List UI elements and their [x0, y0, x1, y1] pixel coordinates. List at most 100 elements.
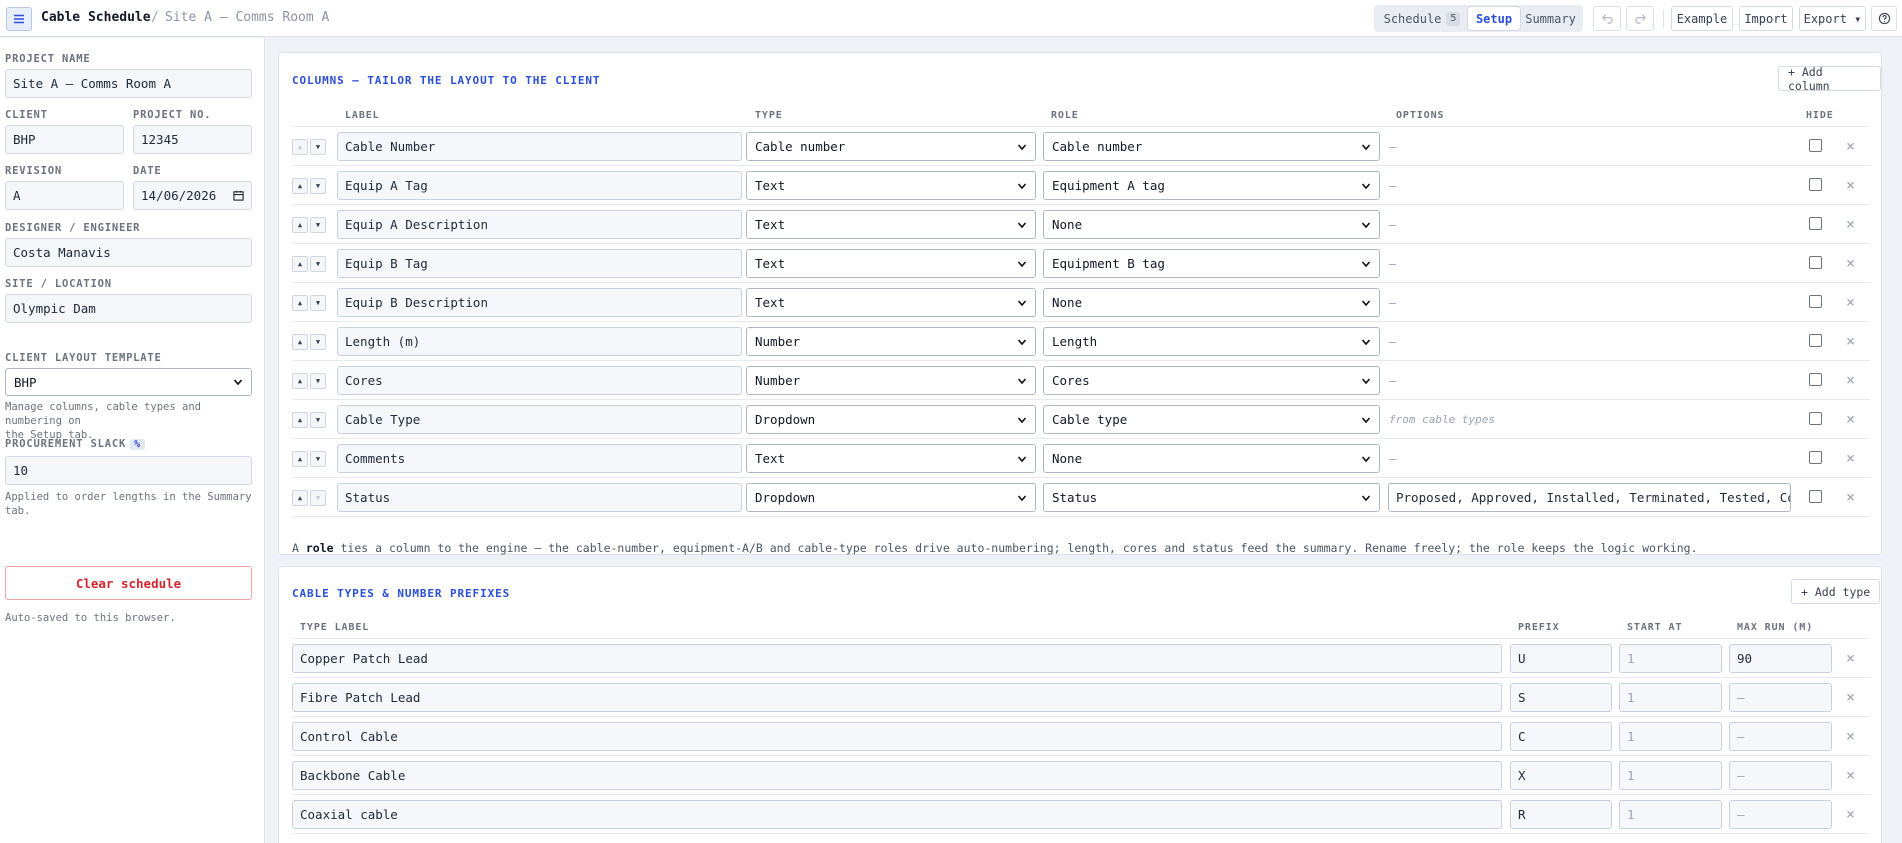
- column-role-select[interactable]: Status: [1043, 483, 1380, 512]
- add-type-button[interactable]: + Add type: [1791, 579, 1881, 604]
- client-input[interactable]: BHP: [5, 125, 124, 154]
- site-input[interactable]: Olympic Dam: [5, 294, 252, 323]
- hide-checkbox[interactable]: [1809, 412, 1822, 425]
- column-label-input[interactable]: Equip A Description: [337, 210, 742, 239]
- help-icon[interactable]: [1871, 6, 1897, 31]
- column-label-input[interactable]: Length (m): [337, 327, 742, 356]
- type-max-run-input[interactable]: —: [1729, 683, 1832, 712]
- template-select[interactable]: BHP: [5, 368, 252, 396]
- revision-input[interactable]: A: [5, 181, 124, 210]
- type-label-input[interactable]: Fibre Patch Lead: [292, 683, 1502, 712]
- menu-icon[interactable]: [6, 7, 32, 31]
- type-label-input[interactable]: Coaxial cable: [292, 800, 1502, 829]
- import-button[interactable]: Import: [1739, 6, 1793, 31]
- column-label-input[interactable]: Equip A Tag: [337, 171, 742, 200]
- hide-checkbox[interactable]: [1809, 295, 1822, 308]
- column-role-select[interactable]: None: [1043, 288, 1380, 317]
- undo-icon[interactable]: [1593, 6, 1621, 31]
- column-role-select[interactable]: None: [1043, 210, 1380, 239]
- column-label-input[interactable]: Cable Type: [337, 405, 742, 434]
- type-max-run-input[interactable]: —: [1729, 800, 1832, 829]
- close-icon[interactable]: ×: [1846, 688, 1855, 706]
- date-input[interactable]: 14/06/2026: [133, 181, 252, 210]
- type-start-input[interactable]: 1: [1619, 644, 1722, 673]
- close-icon[interactable]: ×: [1846, 293, 1855, 311]
- close-icon[interactable]: ×: [1846, 254, 1855, 272]
- column-type-select[interactable]: Number: [746, 366, 1036, 395]
- hide-checkbox[interactable]: [1809, 334, 1822, 347]
- move-up-icon[interactable]: ▲: [292, 451, 308, 467]
- close-icon[interactable]: ×: [1846, 410, 1855, 428]
- column-type-select[interactable]: Dropdown: [746, 405, 1036, 434]
- type-max-run-input[interactable]: 90: [1729, 644, 1832, 673]
- type-label-input[interactable]: Backbone Cable: [292, 761, 1502, 790]
- move-down-icon[interactable]: ▼: [310, 451, 326, 467]
- column-type-select[interactable]: Dropdown: [746, 483, 1036, 512]
- designer-input[interactable]: Costa Manavis: [5, 238, 252, 267]
- move-down-icon[interactable]: ▼: [310, 217, 326, 233]
- tab-setup[interactable]: Setup: [1468, 7, 1520, 30]
- tab-schedule[interactable]: Schedule 5: [1376, 7, 1468, 30]
- close-icon[interactable]: ×: [1846, 176, 1855, 194]
- close-icon[interactable]: ×: [1846, 332, 1855, 350]
- move-down-icon[interactable]: ▼: [310, 295, 326, 311]
- project-name-input[interactable]: Site A – Comms Room A: [5, 69, 252, 98]
- column-type-select[interactable]: Text: [746, 171, 1036, 200]
- type-start-input[interactable]: 1: [1619, 761, 1722, 790]
- type-start-input[interactable]: 1: [1619, 722, 1722, 751]
- move-up-icon[interactable]: ▲: [292, 217, 308, 233]
- type-max-run-input[interactable]: —: [1729, 722, 1832, 751]
- type-start-input[interactable]: 1: [1619, 800, 1722, 829]
- options-input[interactable]: Proposed, Approved, Installed, Terminate…: [1388, 483, 1791, 512]
- type-prefix-input[interactable]: R: [1510, 800, 1612, 829]
- column-role-select[interactable]: Cable type: [1043, 405, 1380, 434]
- type-prefix-input[interactable]: S: [1510, 683, 1612, 712]
- slack-input[interactable]: 10: [5, 456, 252, 485]
- column-role-select[interactable]: Length: [1043, 327, 1380, 356]
- column-label-input[interactable]: Status: [337, 483, 742, 512]
- move-down-icon[interactable]: ▼: [310, 490, 326, 506]
- type-prefix-input[interactable]: X: [1510, 761, 1612, 790]
- hide-checkbox[interactable]: [1809, 490, 1822, 503]
- type-max-run-input[interactable]: —: [1729, 761, 1832, 790]
- type-prefix-input[interactable]: U: [1510, 644, 1612, 673]
- column-role-select[interactable]: Cable number: [1043, 132, 1380, 161]
- column-type-select[interactable]: Text: [746, 210, 1036, 239]
- hide-checkbox[interactable]: [1809, 178, 1822, 191]
- close-icon[interactable]: ×: [1846, 449, 1855, 467]
- close-icon[interactable]: ×: [1846, 766, 1855, 784]
- column-label-input[interactable]: Cores: [337, 366, 742, 395]
- column-type-select[interactable]: Cable number: [746, 132, 1036, 161]
- column-type-select[interactable]: Number: [746, 327, 1036, 356]
- redo-icon[interactable]: [1626, 6, 1654, 31]
- tab-summary[interactable]: Summary: [1520, 7, 1581, 30]
- type-start-input[interactable]: 1: [1619, 683, 1722, 712]
- close-icon[interactable]: ×: [1846, 649, 1855, 667]
- move-up-icon[interactable]: ▲: [292, 139, 308, 155]
- move-down-icon[interactable]: ▼: [310, 256, 326, 272]
- column-type-select[interactable]: Text: [746, 444, 1036, 473]
- move-up-icon[interactable]: ▲: [292, 295, 308, 311]
- move-up-icon[interactable]: ▲: [292, 256, 308, 272]
- add-column-button[interactable]: + Add column: [1778, 65, 1881, 93]
- clear-schedule-button[interactable]: Clear schedule: [5, 566, 252, 600]
- project-no-input[interactable]: 12345: [133, 125, 252, 154]
- column-label-input[interactable]: Equip B Description: [337, 288, 742, 317]
- column-role-select[interactable]: None: [1043, 444, 1380, 473]
- close-icon[interactable]: ×: [1846, 805, 1855, 823]
- move-up-icon[interactable]: ▲: [292, 373, 308, 389]
- move-up-icon[interactable]: ▲: [292, 490, 308, 506]
- move-down-icon[interactable]: ▼: [310, 334, 326, 350]
- export-button[interactable]: Export ▾: [1799, 6, 1866, 31]
- hide-checkbox[interactable]: [1809, 217, 1822, 230]
- column-label-input[interactable]: Equip B Tag: [337, 249, 742, 278]
- hide-checkbox[interactable]: [1809, 139, 1822, 152]
- move-down-icon[interactable]: ▼: [310, 373, 326, 389]
- move-down-icon[interactable]: ▼: [310, 412, 326, 428]
- type-prefix-input[interactable]: C: [1510, 722, 1612, 751]
- move-down-icon[interactable]: ▼: [310, 139, 326, 155]
- type-label-input[interactable]: Copper Patch Lead: [292, 644, 1502, 673]
- column-label-input[interactable]: Comments: [337, 444, 742, 473]
- hide-checkbox[interactable]: [1809, 256, 1822, 269]
- column-role-select[interactable]: Equipment B tag: [1043, 249, 1380, 278]
